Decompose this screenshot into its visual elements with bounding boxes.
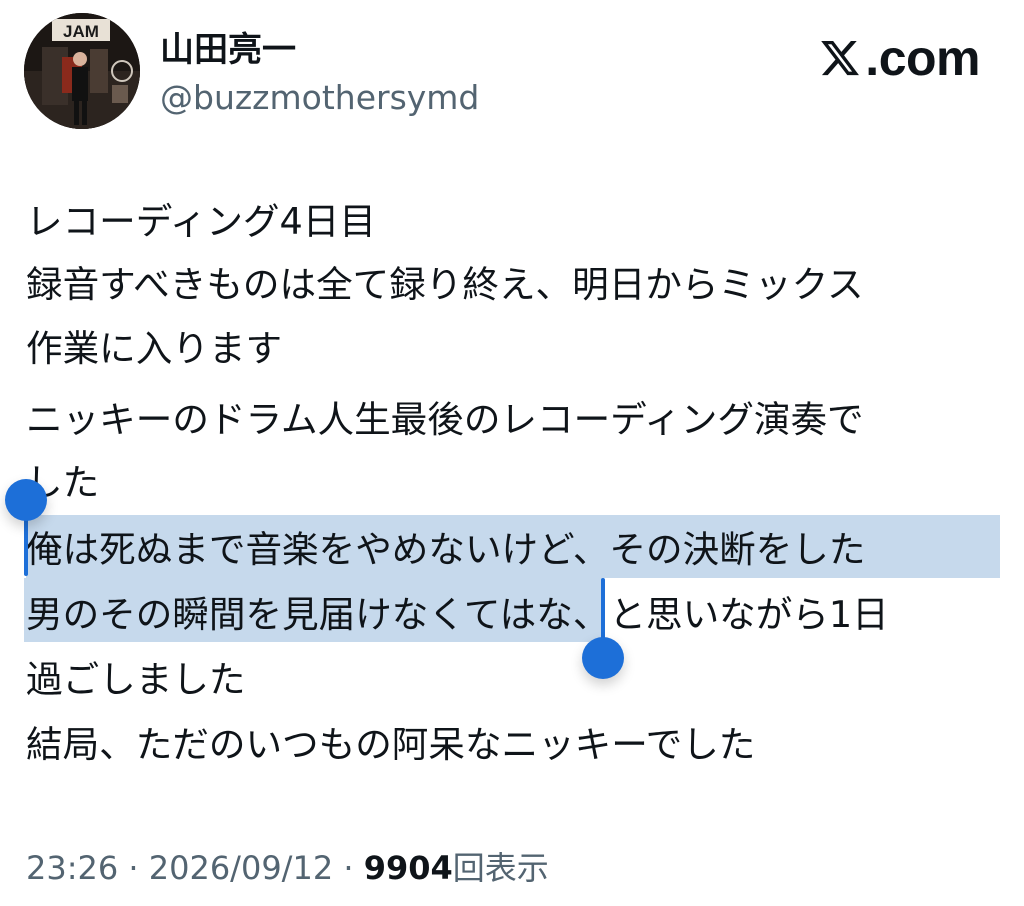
tweet-text-line: レコーディング4日目 [26,200,376,243]
selection-start-handle[interactable] [5,479,47,521]
tweet-text-line: 録音すべきものは全て録り終え、明日からミックス [26,263,864,306]
x-logo-icon [821,40,860,76]
author-display-name[interactable]: 山田亮一 [160,28,296,72]
tweet-text-line: 男のその瞬間を見届けなくてはな、と思いながら1日 [26,593,889,636]
tweet-text-line: 俺は死ぬまで音楽をやめないけど、その決断をした [26,528,866,571]
author-handle[interactable]: @buzzmothersymd [160,76,479,120]
views-count[interactable]: 9904 [364,849,453,887]
tweet-meta: 23:26 · 2026/09/12 · 9904回表示 [26,848,549,888]
views-label: 回表示 [452,849,549,887]
tweet-text-line: 結局、ただのいつもの阿呆なニッキーでした [26,723,756,766]
avatar-sign-text: JAM [63,22,99,41]
x-com-domain: .com [865,30,980,86]
tweet-time[interactable]: 23:26 [26,849,118,887]
tweet-date[interactable]: 2026/09/12 [149,849,333,887]
tweet-text-line: ニッキーのドラム人生最後のレコーディング演奏で [26,398,864,441]
meta-separator: · [128,849,139,887]
tweet-text-line: 作業に入ります [26,327,283,370]
x-com-logo: .com [818,28,980,88]
selection-end-handle[interactable] [582,637,624,679]
avatar-photo: JAM [24,13,140,129]
avatar[interactable]: JAM [24,13,140,129]
meta-separator: · [343,849,354,887]
tweet-text-line: 過ごしました [26,658,246,701]
